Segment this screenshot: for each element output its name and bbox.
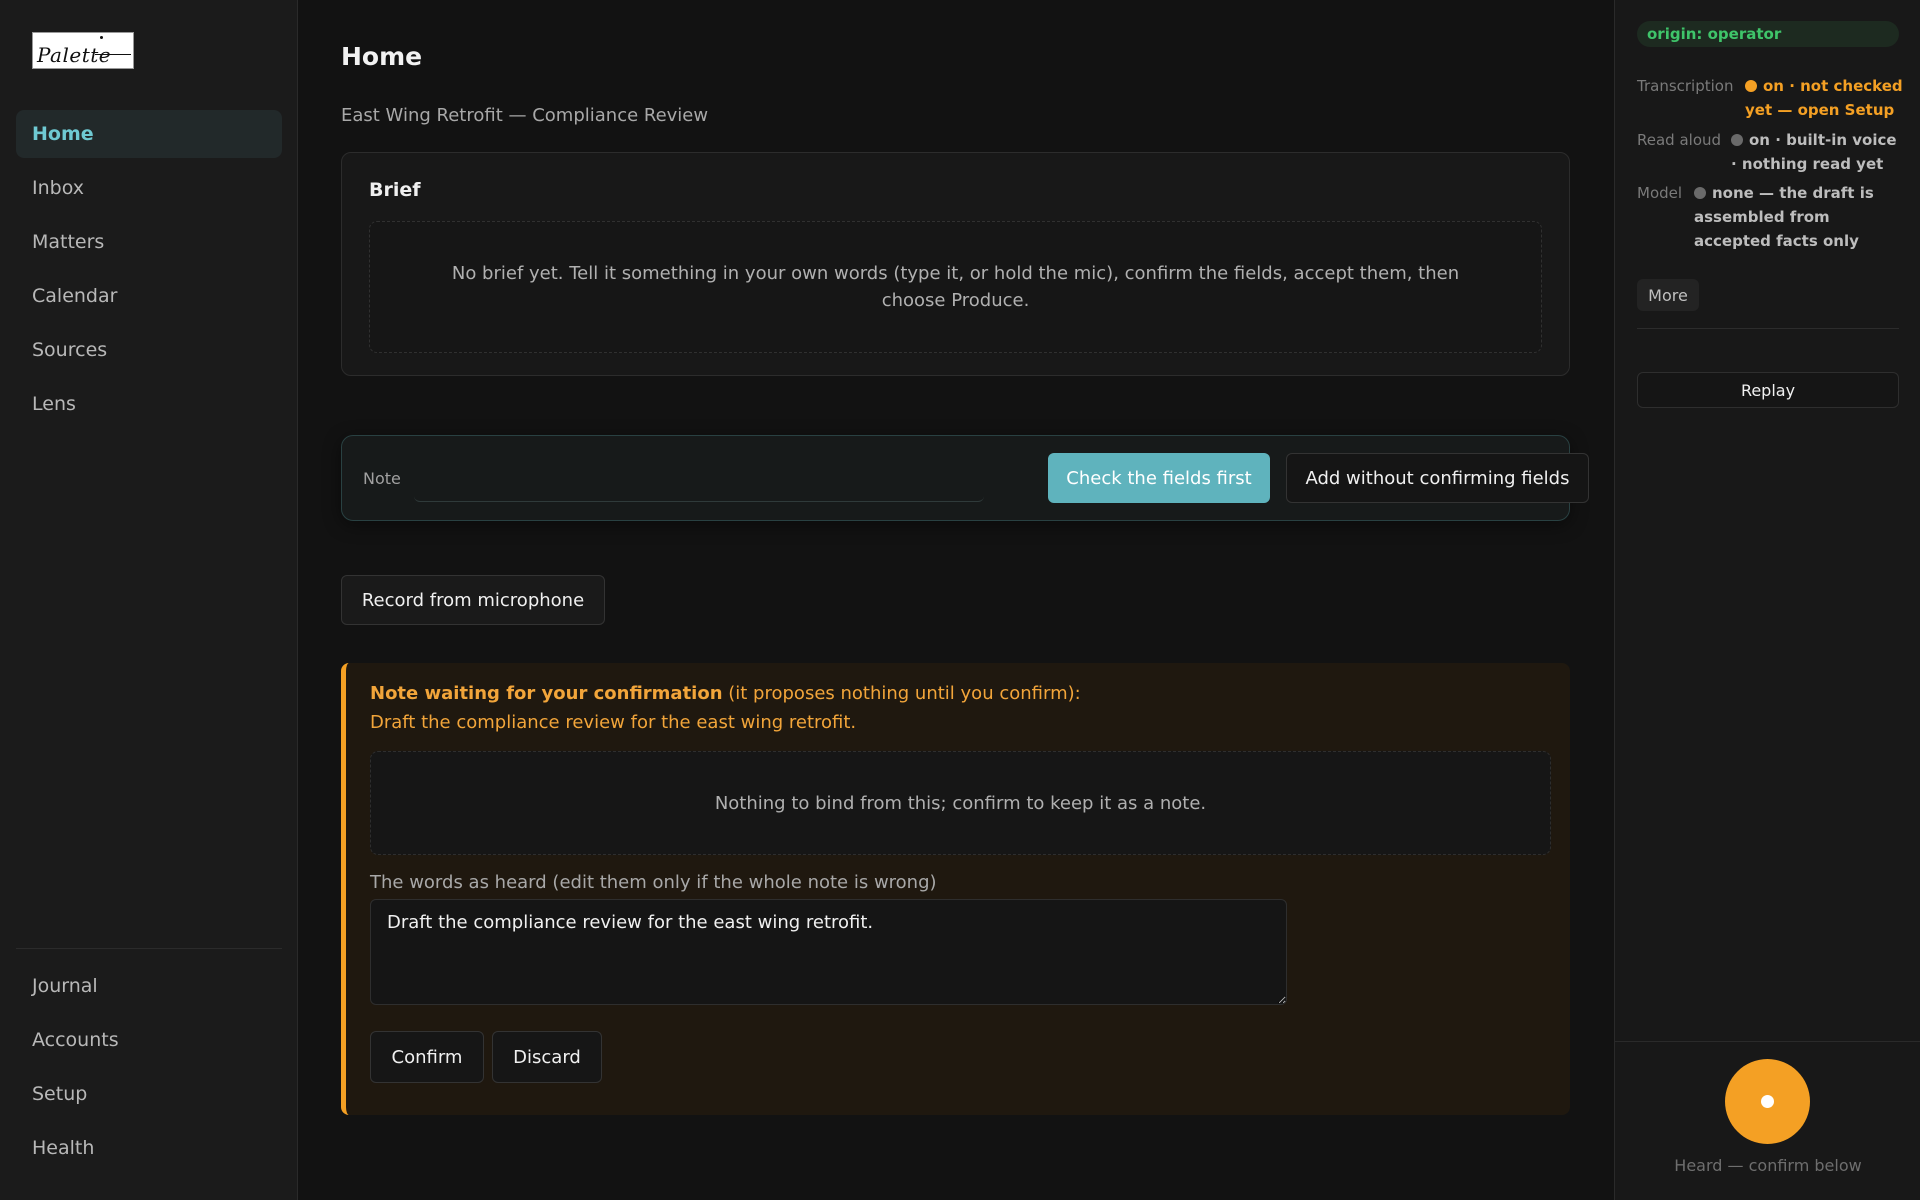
- status-dot-icon: [1745, 80, 1757, 92]
- note-input[interactable]: [414, 454, 984, 502]
- panel-divider: [1637, 328, 1899, 329]
- pending-note-header: Note waiting for your confirmation (it p…: [370, 679, 1081, 737]
- logo-dot: [100, 36, 103, 39]
- status-value-text: on · not checked yet — open Setup: [1745, 77, 1903, 119]
- mic-indicator-dot: [1761, 1095, 1774, 1108]
- primary-nav: Home Inbox Matters Calendar Sources Lens: [16, 110, 282, 434]
- page-title: Home: [341, 42, 423, 71]
- logo-text: Palette: [37, 43, 112, 67]
- status-value-model: none — the draft is assembled from accep…: [1694, 181, 1907, 253]
- sidebar-item-sources[interactable]: Sources: [16, 326, 282, 374]
- panel-divider-bottom: [1615, 1041, 1920, 1042]
- sidebar-item-home[interactable]: Home: [16, 110, 282, 158]
- check-fields-button[interactable]: Check the fields first: [1048, 453, 1270, 503]
- microphone-record-icon[interactable]: [1725, 1059, 1810, 1144]
- sidebar-item-matters[interactable]: Matters: [16, 218, 282, 266]
- palette-logo[interactable]: Palette: [32, 32, 134, 69]
- main-content: Home East Wing Retrofit — Compliance Rev…: [298, 0, 1614, 1200]
- sidebar-item-inbox[interactable]: Inbox: [16, 164, 282, 212]
- status-dot-icon: [1731, 134, 1743, 146]
- bind-empty-state: Nothing to bind from this; confirm to ke…: [370, 751, 1551, 855]
- discard-button[interactable]: Discard: [492, 1031, 602, 1083]
- status-key-transcription: Transcription: [1637, 77, 1734, 95]
- matter-subtitle: East Wing Retrofit — Compliance Review: [341, 105, 709, 126]
- status-key-model: Model: [1637, 184, 1683, 202]
- brief-card: Brief No brief yet. Tell it something in…: [341, 152, 1570, 376]
- sidebar-item-accounts[interactable]: Accounts: [16, 1016, 282, 1064]
- confirm-button[interactable]: Confirm: [370, 1031, 484, 1083]
- brief-title: Brief: [369, 179, 421, 201]
- origin-badge: origin: operator: [1637, 21, 1899, 47]
- sidebar: Palette Home Inbox Matters Calendar Sour…: [0, 0, 298, 1200]
- status-read-aloud: Read aloud on · built-in voice · nothing…: [1637, 128, 1907, 178]
- secondary-nav: Journal Accounts Setup Health: [16, 962, 282, 1178]
- brief-empty-state: No brief yet. Tell it something in your …: [369, 221, 1542, 353]
- status-panel: origin: operator Transcription on · not …: [1614, 0, 1920, 1200]
- pending-note-caption: (it proposes nothing until you confirm):: [722, 683, 1081, 704]
- heard-status-text: Heard — confirm below: [1674, 1156, 1862, 1175]
- note-bar: Note Check the fields first Add without …: [341, 435, 1589, 521]
- status-dot-icon: [1694, 187, 1706, 199]
- pending-note-card: Note waiting for your confirmation (it p…: [341, 663, 1570, 1115]
- status-value-text: none — the draft is assembled from accep…: [1694, 184, 1874, 250]
- sidebar-divider: [16, 948, 282, 949]
- more-button[interactable]: More: [1637, 279, 1699, 311]
- sidebar-item-health[interactable]: Health: [16, 1124, 282, 1172]
- logo-line: [95, 54, 131, 55]
- status-value-transcription[interactable]: on · not checked yet — open Setup: [1745, 74, 1907, 122]
- status-value-text: on · built-in voice · nothing read yet: [1731, 131, 1897, 173]
- record-microphone-button[interactable]: Record from microphone: [341, 575, 605, 625]
- note-label: Note: [363, 469, 401, 488]
- status-value-read-aloud: on · built-in voice · nothing read yet: [1731, 128, 1907, 176]
- replay-button[interactable]: Replay: [1637, 372, 1899, 408]
- status-key-read-aloud: Read aloud: [1637, 131, 1722, 149]
- sidebar-item-journal[interactable]: Journal: [16, 962, 282, 1010]
- status-model: Model none — the draft is assembled from…: [1637, 181, 1907, 255]
- heard-label: The words as heard (edit them only if th…: [370, 872, 937, 893]
- status-transcription: Transcription on · not checked yet — ope…: [1637, 74, 1907, 124]
- pending-note-title: Note waiting for your confirmation: [370, 683, 723, 704]
- sidebar-item-lens[interactable]: Lens: [16, 380, 282, 428]
- heard-textarea[interactable]: Draft the compliance review for the east…: [370, 899, 1287, 1005]
- add-without-confirming-button[interactable]: Add without confirming fields: [1286, 453, 1589, 503]
- sidebar-item-setup[interactable]: Setup: [16, 1070, 282, 1118]
- pending-note-text: Draft the compliance review for the east…: [370, 712, 857, 733]
- sidebar-item-calendar[interactable]: Calendar: [16, 272, 282, 320]
